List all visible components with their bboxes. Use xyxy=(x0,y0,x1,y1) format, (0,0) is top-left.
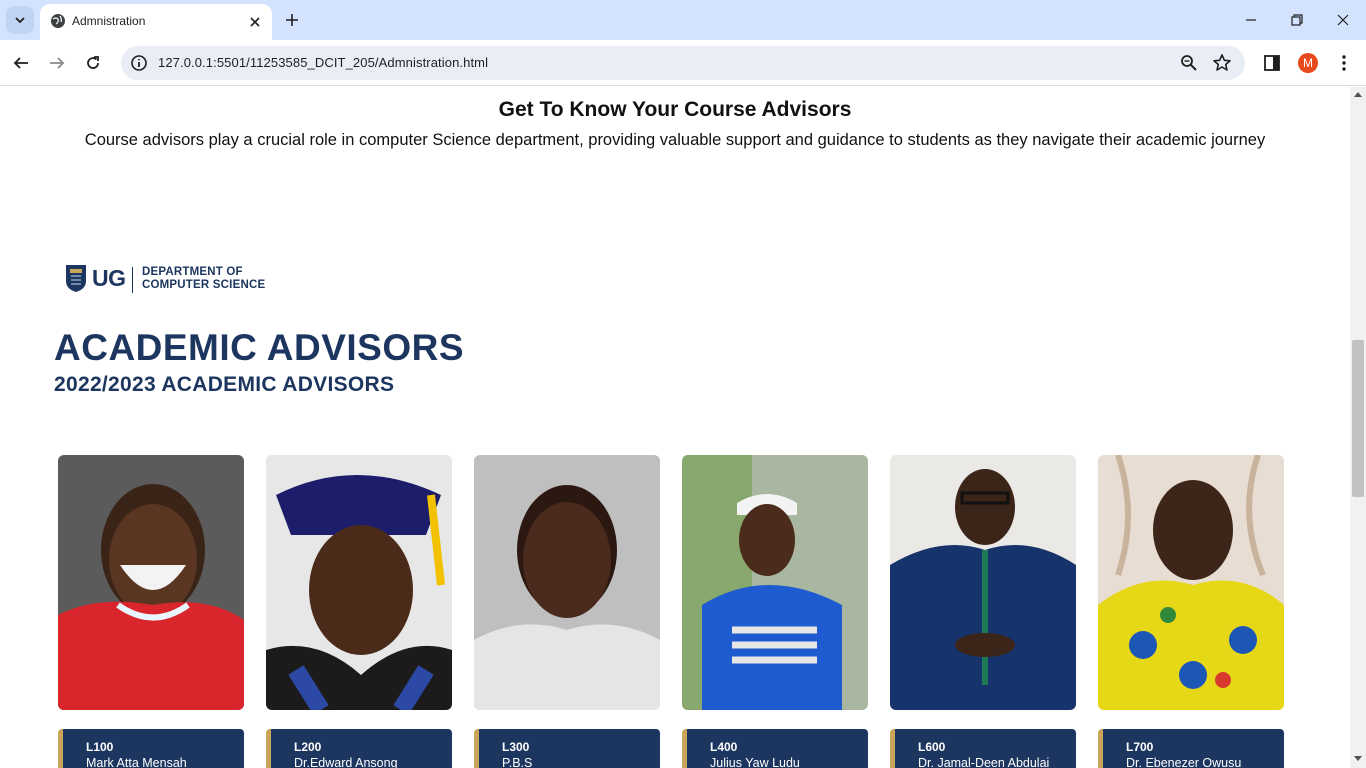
advisor-card: L600 Dr. Jamal-Deen Abdulai xyxy=(890,729,1076,768)
advisor-card: L100 Mark Atta Mensah xyxy=(58,729,244,768)
url-text[interactable]: 127.0.0.1:5501/11253585_DCIT_205/Admnist… xyxy=(158,55,488,70)
scroll-down-arrow-icon[interactable] xyxy=(1354,754,1362,762)
advisor-name: Dr.Edward Ansong xyxy=(294,756,398,768)
advisor-portrait xyxy=(682,455,868,710)
scroll-up-arrow-icon[interactable] xyxy=(1354,91,1362,99)
browser-toolbar: 127.0.0.1:5501/11253585_DCIT_205/Admnist… xyxy=(0,40,1366,86)
advisor-level: L700 xyxy=(1126,740,1154,754)
profile-avatar[interactable]: M xyxy=(1298,53,1318,73)
restore-icon xyxy=(1291,14,1303,26)
advisor-portrait xyxy=(1098,455,1284,710)
advisor-portrait xyxy=(58,455,244,710)
back-button[interactable] xyxy=(8,50,34,76)
advisor-card: L300 P.B.S xyxy=(474,729,660,768)
window-close-button[interactable] xyxy=(1330,8,1356,32)
address-bar[interactable]: 127.0.0.1:5501/11253585_DCIT_205/Admnist… xyxy=(121,46,1245,80)
dept-line-1: DEPARTMENT OF xyxy=(142,266,243,278)
section-intro: Course advisors play a crucial role in c… xyxy=(84,131,1266,149)
advisor-name: P.B.S xyxy=(502,756,533,768)
poster-title: ACADEMIC ADVISORS xyxy=(54,327,465,368)
advisor-portrait xyxy=(890,455,1076,710)
minimize-icon xyxy=(1246,19,1256,21)
advisor-portrait xyxy=(474,455,660,710)
arrow-right-icon xyxy=(50,57,65,69)
advisor-level: L100 xyxy=(86,740,114,754)
chevron-down-icon xyxy=(15,17,25,24)
browser-menu-button[interactable] xyxy=(1334,53,1354,73)
arrow-left-icon xyxy=(13,57,28,69)
advisor-photo xyxy=(474,455,660,710)
forward-button[interactable] xyxy=(44,50,70,76)
minimize-button[interactable] xyxy=(1238,8,1264,32)
advisor-photo xyxy=(682,455,868,710)
close-icon xyxy=(1337,14,1349,26)
info-icon[interactable] xyxy=(130,54,148,72)
side-panel-icon[interactable] xyxy=(1262,53,1282,73)
page-viewport: Get To Know Your Course Advisors Course … xyxy=(0,87,1350,768)
advisor-portrait xyxy=(266,455,452,710)
advisor-level: L400 xyxy=(710,740,738,754)
advisor-level: L600 xyxy=(918,740,946,754)
close-icon xyxy=(250,17,260,27)
advisor-photo xyxy=(266,455,452,710)
tab-close-button[interactable] xyxy=(246,13,264,31)
ug-logo-text: UG xyxy=(92,265,126,291)
advisor-level: L300 xyxy=(502,740,530,754)
advisor-photo xyxy=(1098,455,1284,710)
tab-search-button[interactable] xyxy=(6,6,34,34)
advisor-name: Dr. Ebenezer Owusu xyxy=(1126,756,1242,768)
advisor-card: L400 Julius Yaw Ludu xyxy=(682,729,868,768)
star-icon[interactable] xyxy=(1212,53,1232,73)
globe-icon xyxy=(51,14,65,28)
scrollbar-thumb[interactable] xyxy=(1352,340,1364,497)
advisor-name: Julius Yaw Ludu xyxy=(710,756,800,768)
logo-divider xyxy=(132,267,133,293)
tab-title: Admnistration xyxy=(72,14,146,28)
restore-button[interactable] xyxy=(1284,8,1310,32)
active-tab[interactable]: Admnistration xyxy=(40,4,272,40)
advisors-poster: UG DEPARTMENT OF COMPUTER SCIENCE ACADEM… xyxy=(52,257,1292,768)
advisor-card: L200 Dr.Edward Ansong xyxy=(266,729,452,768)
tab-strip: Admnistration xyxy=(0,0,1366,40)
advisor-photo xyxy=(890,455,1076,710)
advisor-card: L700 Dr. Ebenezer Owusu xyxy=(1098,729,1284,768)
advisor-photo xyxy=(58,455,244,710)
section-heading: Get To Know Your Course Advisors xyxy=(498,98,852,121)
advisor-name: Dr. Jamal-Deen Abdulai xyxy=(918,756,1050,768)
zoom-icon[interactable] xyxy=(1180,54,1198,72)
advisor-name: Mark Atta Mensah xyxy=(86,756,187,768)
new-tab-button[interactable] xyxy=(281,9,303,31)
reload-button[interactable] xyxy=(80,50,106,76)
ug-crest-logo xyxy=(66,265,86,292)
reload-icon xyxy=(87,56,99,69)
kebab-menu-icon xyxy=(1342,55,1346,71)
poster-subtitle: 2022/2023 ACADEMIC ADVISORS xyxy=(54,373,395,396)
page-scrollbar[interactable] xyxy=(1350,87,1366,768)
dept-line-2: COMPUTER SCIENCE xyxy=(142,279,266,291)
plus-icon xyxy=(286,14,298,26)
advisor-level: L200 xyxy=(294,740,322,754)
